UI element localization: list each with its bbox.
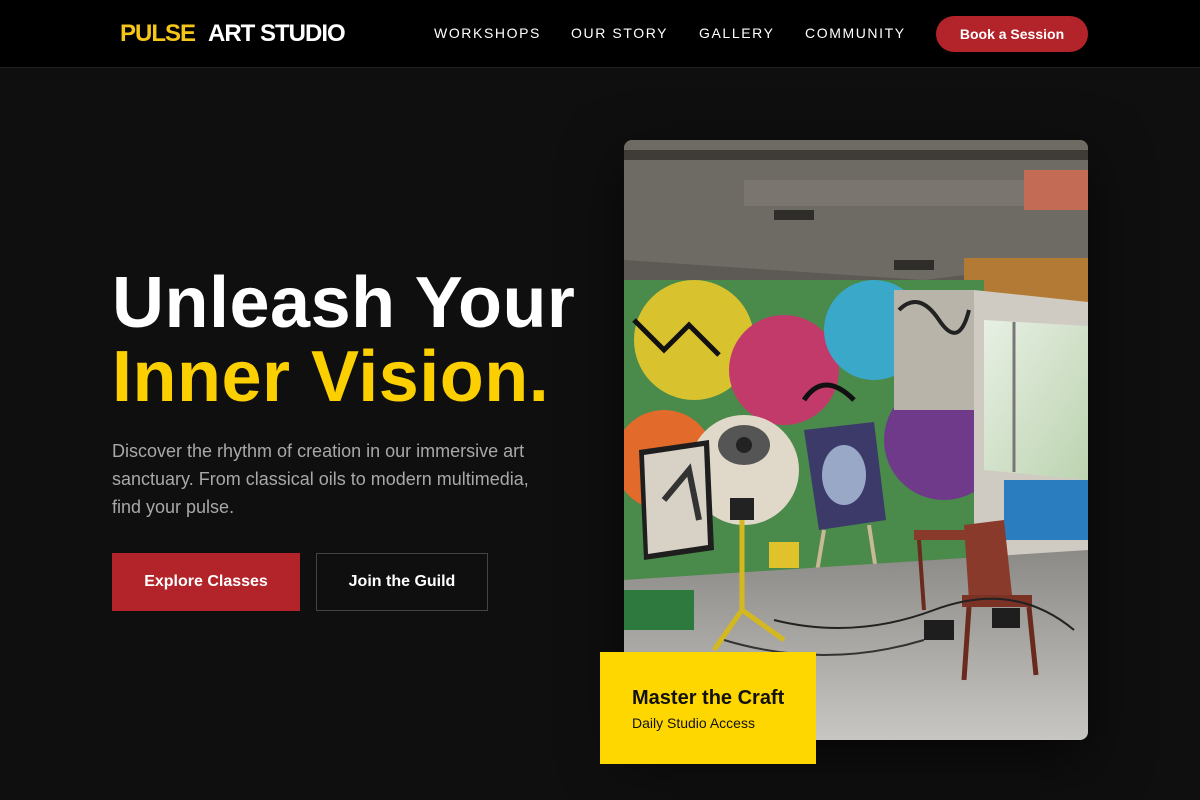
studio-illustration [624, 140, 1088, 740]
nav-link-community[interactable]: COMMUNITY [805, 24, 906, 42]
book-session-button[interactable]: Book a Session [936, 16, 1088, 52]
join-guild-button[interactable]: Join the Guild [316, 553, 488, 611]
feature-card: Master the Craft Daily Studio Access [600, 652, 816, 764]
feature-card-title: Master the Craft [632, 687, 785, 709]
feature-card-subtitle: Daily Studio Access [632, 715, 755, 731]
brand-accent-text: PULSE [120, 20, 196, 47]
hero-headline-line1: Unleash Your [112, 263, 576, 343]
hero-description: Discover the rhythm of creation in our i… [112, 441, 529, 517]
top-navbar: PULSE ART STUDIO WORKSHOPS OUR STORY GALL… [0, 0, 1200, 68]
explore-classes-button[interactable]: Explore Classes [112, 553, 300, 611]
hero-headline-line2: Inner Vision. [112, 337, 550, 417]
brand-logo[interactable]: PULSE ART STUDIO [120, 19, 346, 49]
studio-photo [624, 140, 1088, 740]
nav-link-gallery[interactable]: GALLERY [699, 24, 775, 42]
hero-headline: Unleash Your Inner Vision. [112, 266, 575, 414]
nav-link-our-story[interactable]: OUR STORY [571, 24, 668, 42]
brand-name-text: ART STUDIO [208, 20, 346, 47]
nav-link-workshops[interactable]: WORKSHOPS [434, 24, 541, 42]
